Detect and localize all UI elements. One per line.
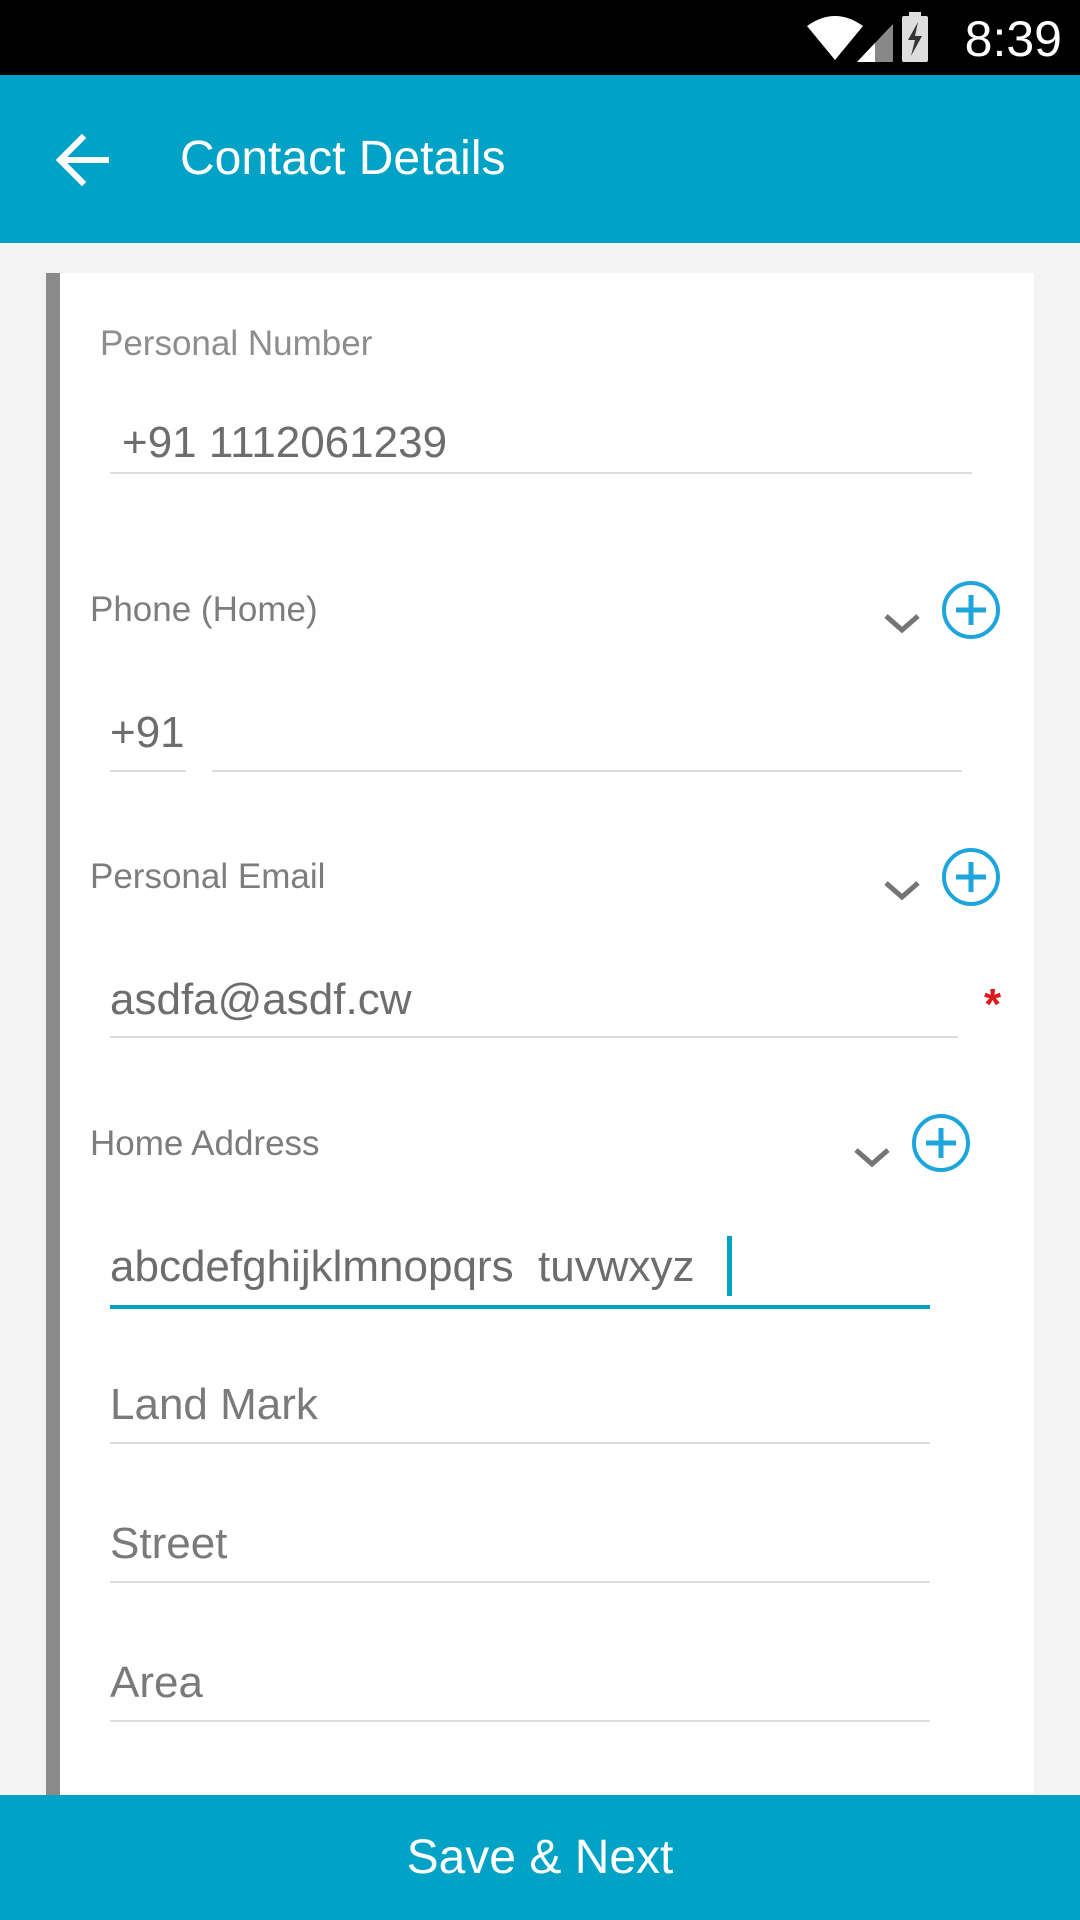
wifi-icon [807, 16, 863, 60]
street-underline [110, 1581, 930, 1583]
phone-home-underline [212, 770, 962, 772]
save-next-button[interactable]: Save & Next [0, 1795, 1080, 1920]
phone-home-label: Phone (Home) [90, 590, 318, 629]
required-asterisk: * [984, 980, 1002, 1029]
add-email-button[interactable] [941, 847, 1001, 907]
personal-number-label: Personal Number [100, 324, 373, 363]
personal-number-underline [110, 472, 972, 474]
app-bar: Contact Details [0, 75, 1080, 243]
address-line-field[interactable]: abcdefghijklmnopqrs tuvwxyz [110, 1242, 694, 1292]
chevron-down-icon[interactable] [880, 875, 924, 905]
personal-email-underline [110, 1036, 958, 1038]
status-icons [807, 12, 928, 62]
arrow-left-icon [55, 133, 109, 187]
personal-email-field[interactable]: asdfa@asdf.cw [110, 975, 411, 1025]
card-accent-bar [46, 273, 60, 1795]
status-bar: 8:39 [0, 0, 1080, 75]
save-next-label: Save & Next [406, 1831, 674, 1884]
land-mark-underline [110, 1442, 930, 1444]
page-title: Contact Details [180, 132, 506, 185]
chevron-down-icon[interactable] [850, 1142, 894, 1172]
chevron-down-icon[interactable] [880, 608, 924, 638]
signal-icon [857, 24, 893, 62]
clock: 8:39 [964, 11, 1062, 67]
phone-country-code[interactable]: +91 [110, 708, 185, 758]
add-address-button[interactable] [911, 1113, 971, 1173]
address-line-underline [110, 1305, 930, 1309]
battery-charging-icon [902, 12, 928, 62]
land-mark-field[interactable]: Land Mark [110, 1380, 318, 1430]
back-button[interactable] [48, 125, 118, 195]
add-phone-button[interactable] [941, 580, 1001, 640]
personal-number-field[interactable]: +91 1112061239 [122, 418, 447, 468]
country-code-underline [110, 770, 186, 772]
personal-email-label: Personal Email [90, 857, 326, 896]
area-underline [110, 1720, 930, 1722]
street-field[interactable]: Street [110, 1519, 227, 1569]
area-field[interactable]: Area [110, 1658, 203, 1708]
text-cursor [727, 1236, 732, 1296]
home-address-label: Home Address [90, 1124, 320, 1163]
